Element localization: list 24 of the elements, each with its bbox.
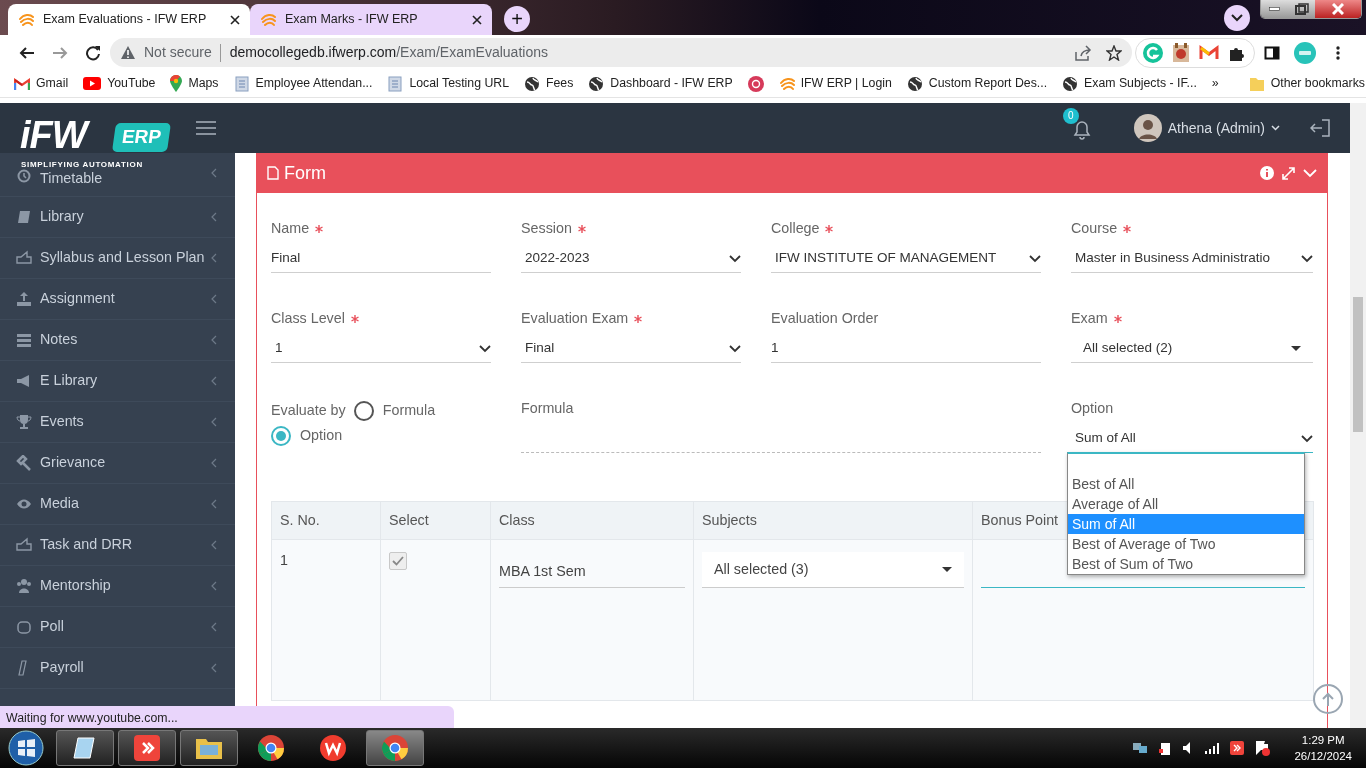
field-label: Name: [271, 219, 310, 239]
card-header: Form: [257, 153, 1327, 193]
field-label: Course: [1071, 219, 1118, 239]
status-bubble: Waiting for www.youtube.com...: [0, 706, 454, 728]
field-label: Class Level: [271, 309, 345, 329]
security-label: Not secure: [144, 43, 212, 62]
field-label: Formula: [521, 399, 574, 419]
field-label: Option: [1071, 399, 1114, 419]
field-label: Session: [521, 219, 572, 239]
logo: iFW ERP SIMPLIFYING AUTOMATION: [20, 113, 170, 171]
column-header: S. No.: [271, 501, 381, 540]
url-host: democollegedb.ifwerp.com: [229, 43, 397, 62]
column-header: Class: [490, 501, 694, 540]
field-label: Exam: [1071, 309, 1108, 329]
column-header: Subjects: [693, 501, 973, 540]
field-label: Evaluation Exam: [521, 309, 629, 329]
notification-badge: 0: [1062, 108, 1079, 124]
field-label: College: [771, 219, 820, 239]
clock: 1:29 PM 26/12/2024: [1294, 733, 1352, 764]
field-label: Evaluate by: [271, 401, 346, 421]
field-label: Evaluation Order: [771, 309, 879, 329]
column-header: Select: [380, 501, 491, 540]
table-cell: 1: [271, 539, 381, 701]
url-path: /Exam/ExamEvaluations: [396, 43, 548, 62]
